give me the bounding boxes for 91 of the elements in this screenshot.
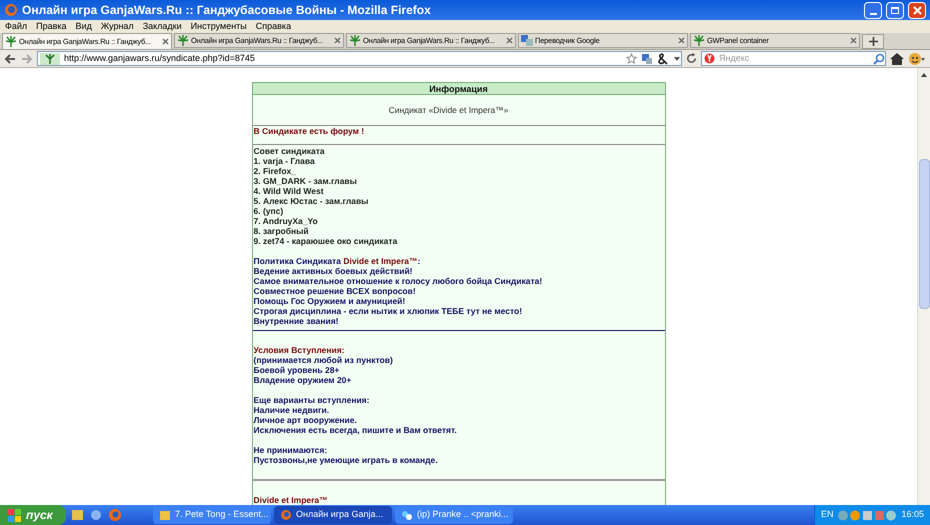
text-line: 1. varja - Глава bbox=[254, 156, 316, 166]
clock: 16:05 bbox=[901, 508, 924, 522]
menu-item[interactable]: Закладки bbox=[142, 20, 182, 34]
home-icon[interactable] bbox=[889, 52, 905, 66]
start-button[interactable]: пуск bbox=[0, 505, 66, 525]
text-line: Помощь Гос Оружием и амуницией! bbox=[254, 296, 406, 306]
text-line: 6. (упс) bbox=[254, 206, 284, 216]
text-line: 3. GM_DARK - зам.главы bbox=[254, 176, 358, 186]
ampersand-icon[interactable] bbox=[657, 52, 669, 64]
taskbar-button[interactable]: 7. Pete Tong - Essent... bbox=[153, 506, 271, 524]
text-line: Исключения есть всегда, пишите и Вам ответят. bbox=[254, 425, 458, 435]
text-line: Личное арт вооружение. bbox=[254, 415, 358, 425]
leaf-icon bbox=[40, 52, 60, 64]
text-line: Ведение активных боевых действий! bbox=[254, 266, 414, 276]
text-line: Строгая дисциплина - если нытик и хлюпик ТЕБЕ тут не место! bbox=[254, 306, 524, 316]
folder-icon bbox=[159, 509, 171, 521]
text-line: : bbox=[417, 256, 420, 266]
close-icon[interactable] bbox=[334, 37, 341, 44]
text-line: Боевой уровень 28+ bbox=[254, 365, 340, 375]
text-line: Условия Вступления: bbox=[254, 345, 346, 355]
windows-flag-icon bbox=[8, 508, 22, 522]
text-line: 7. AndruyXa_Yo bbox=[254, 216, 319, 226]
close-icon bbox=[912, 6, 922, 14]
menu-item[interactable]: Инструменты bbox=[190, 20, 247, 34]
taskbar-button[interactable]: (ip) Pranke .. <pranki... bbox=[395, 506, 513, 524]
close-button[interactable] bbox=[908, 2, 926, 18]
text-line: Совет синдиката bbox=[254, 146, 326, 156]
search-input[interactable]: Яндекс bbox=[719, 52, 869, 66]
task-label: Онлайн игра Ganja... bbox=[296, 508, 384, 522]
text-line: Владение оружием 20+ bbox=[254, 375, 352, 385]
scroll-up-icon[interactable] bbox=[920, 71, 928, 79]
text-line: Не принимаются: bbox=[254, 445, 328, 455]
text-line: Еще варианты вступления: bbox=[254, 395, 370, 405]
task-label: (ip) Pranke .. <pranki... bbox=[417, 508, 508, 522]
translate-icon[interactable] bbox=[641, 52, 653, 64]
url-text: http://www.ganjawars.ru/syndicate.php?id=8745 bbox=[64, 52, 256, 65]
close-icon[interactable] bbox=[678, 37, 685, 44]
text-line: 4. Wild Wild West bbox=[254, 186, 325, 196]
reload-icon[interactable] bbox=[685, 52, 698, 65]
search-icon[interactable] bbox=[873, 52, 885, 64]
new-tab-button[interactable] bbox=[862, 34, 884, 49]
leaf-icon bbox=[693, 35, 705, 46]
leaf-icon bbox=[5, 36, 17, 47]
caret-icon[interactable] bbox=[673, 54, 681, 62]
close-icon[interactable] bbox=[506, 37, 513, 44]
yandex-icon bbox=[704, 53, 715, 64]
quick-launch-icon[interactable] bbox=[70, 508, 85, 522]
address-bar[interactable]: http://www.ganjawars.ru/syndicate.php?id=8745 bbox=[37, 51, 682, 66]
menu-item[interactable]: Журнал bbox=[100, 20, 134, 34]
close-icon[interactable] bbox=[162, 38, 169, 45]
syndicate-title: Синдикат «Divide et Impera™» bbox=[388, 104, 510, 117]
minimize-button[interactable] bbox=[864, 2, 882, 18]
translate-icon bbox=[521, 35, 533, 46]
leaf-icon bbox=[349, 35, 361, 46]
text-line: 2. Firefox_ bbox=[254, 166, 298, 176]
text-line: Divide et Impera™ bbox=[254, 495, 329, 505]
search-field[interactable]: Яндекс bbox=[701, 51, 886, 66]
panel-header: Информация bbox=[252, 83, 664, 95]
language-indicator[interactable]: EN bbox=[820, 508, 834, 522]
task-label: 7. Pete Tong - Essent... bbox=[175, 508, 268, 522]
menu-item[interactable]: Вид bbox=[76, 20, 92, 34]
menu-item[interactable]: Правка bbox=[36, 20, 67, 34]
text-line: 5. Алекс Юстас - зам.главы bbox=[254, 196, 370, 206]
smiley-icon[interactable] bbox=[908, 52, 926, 66]
start-label: пуск bbox=[26, 507, 53, 524]
text-line: (принимается любой из пунктов) bbox=[254, 355, 394, 365]
taskbar-button[interactable]: Онлайн игра Ganja... bbox=[274, 506, 392, 524]
text-line: 9. zet74 - караюшее око синдиката bbox=[254, 236, 398, 246]
window-title: Онлайн игра GanjaWars.Ru :: Ганджубасовые Войны - Mozilla Firefox bbox=[22, 2, 432, 19]
leaf-icon bbox=[177, 35, 189, 46]
menu-item[interactable]: Файл bbox=[5, 20, 28, 34]
firefox-icon bbox=[4, 3, 18, 17]
text-line: 8. загробный bbox=[254, 226, 310, 236]
text-line: Политика Синдиката bbox=[254, 256, 342, 266]
close-icon[interactable] bbox=[850, 37, 857, 44]
maximize-button[interactable] bbox=[886, 2, 904, 18]
text-line: Пустозвоны,не умеющие играть в команде. bbox=[254, 455, 439, 465]
text-line: Наличие недвиги. bbox=[254, 405, 330, 415]
forum-notice: В Синдикате есть форум ! bbox=[254, 125, 364, 138]
quick-launch-icon[interactable] bbox=[89, 508, 104, 522]
plus-icon bbox=[868, 37, 878, 46]
firefox-icon bbox=[280, 509, 292, 521]
text-line: Совместное решение ВСЕХ вопросов! bbox=[254, 286, 417, 296]
star-icon[interactable] bbox=[626, 53, 637, 64]
text-line: Самое внимательное отношение к голосу любого бойца Синдиката! bbox=[254, 276, 544, 286]
text-line: Внутренние звания! bbox=[254, 316, 340, 326]
back-icon[interactable] bbox=[3, 52, 17, 66]
menu-item[interactable]: Справка bbox=[256, 20, 292, 34]
chat-icon bbox=[401, 509, 413, 521]
scrollbar[interactable] bbox=[917, 68, 930, 505]
text-line: Divide et Impera™ bbox=[343, 256, 418, 266]
